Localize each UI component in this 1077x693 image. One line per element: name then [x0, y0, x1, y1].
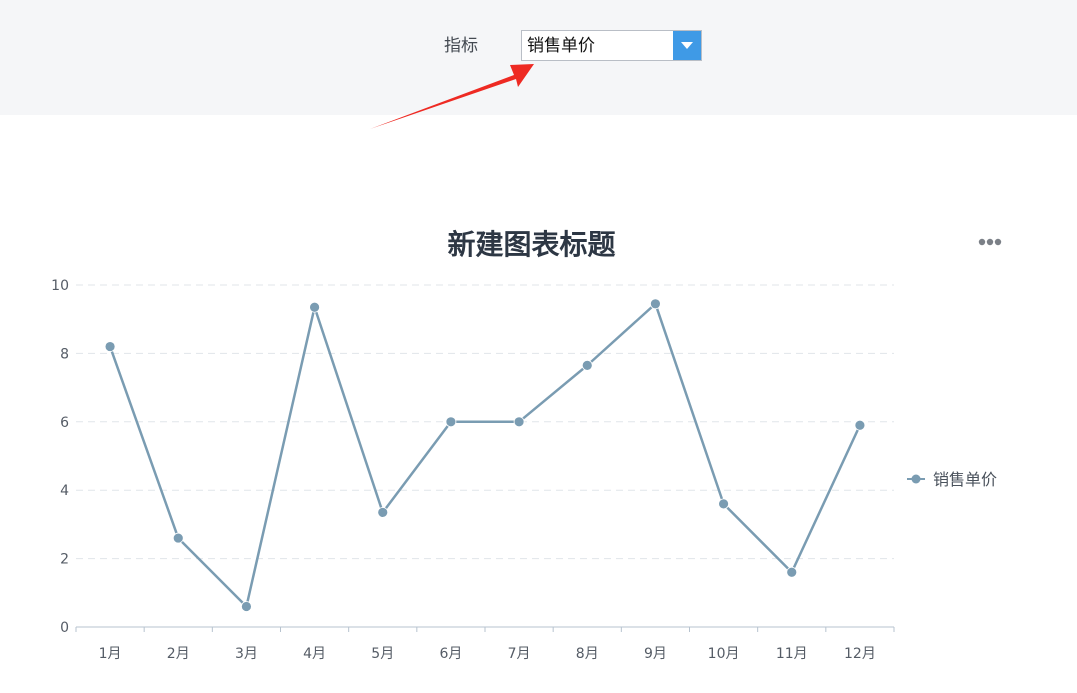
x-tick-label: 5月: [371, 646, 394, 662]
data-point: [854, 419, 866, 431]
legend[interactable]: 销售单价: [907, 470, 997, 489]
legend-label: 销售单价: [933, 470, 997, 489]
data-point: [309, 301, 320, 313]
series-layer: [104, 298, 866, 612]
data-point: [241, 601, 252, 612]
y-tick-label: 4: [60, 483, 69, 499]
y-tick-label: 0: [60, 620, 69, 636]
legend-marker-dot: [911, 474, 921, 484]
x-tick-label: 2月: [167, 646, 190, 662]
x-tick-label: 10月: [708, 646, 740, 662]
data-point: [513, 416, 525, 428]
data-point: [581, 359, 593, 371]
y-tick-label: 6: [60, 415, 69, 431]
data-point: [445, 416, 457, 428]
y-tick-label: 8: [60, 346, 69, 362]
axis-layer: 0 2 4 6 8 10 1月 2月 3月 4月 5月 6月 7月 8月 9月 10月 11月 12月: [51, 278, 895, 662]
line-chart: 0 2 4 6 8 10 1月 2月 3月 4月 5月 6月 7月 8月 9月 10月 11月 12月 销售单价: [51, 278, 997, 662]
x-tick-label: 4月: [303, 646, 326, 662]
x-tick-label: 1月: [99, 646, 122, 662]
y-tick-label: 10: [51, 278, 69, 294]
x-tick-label: 3月: [235, 646, 258, 662]
data-point: [650, 298, 661, 310]
x-tick-label: 12月: [844, 646, 876, 662]
x-tick-label: 9月: [644, 646, 667, 662]
data-point: [786, 566, 798, 578]
page: 指标 销售单价 新建图表标题 0 2 4 6 8 10 1月 2月 3月 4月 5月 6月 7月 8月 9月…: [0, 0, 1077, 693]
x-tick-label: 6月: [439, 646, 462, 662]
data-point: [718, 498, 729, 510]
data-point: [172, 532, 184, 544]
data-point: [377, 507, 389, 518]
x-tick-label: 8月: [576, 646, 599, 662]
series-line: [108, 302, 862, 608]
x-tick-label: 11月: [776, 646, 808, 662]
x-tick-label: 7月: [508, 646, 531, 662]
data-point: [104, 341, 116, 352]
y-tick-label: 2: [60, 552, 69, 568]
